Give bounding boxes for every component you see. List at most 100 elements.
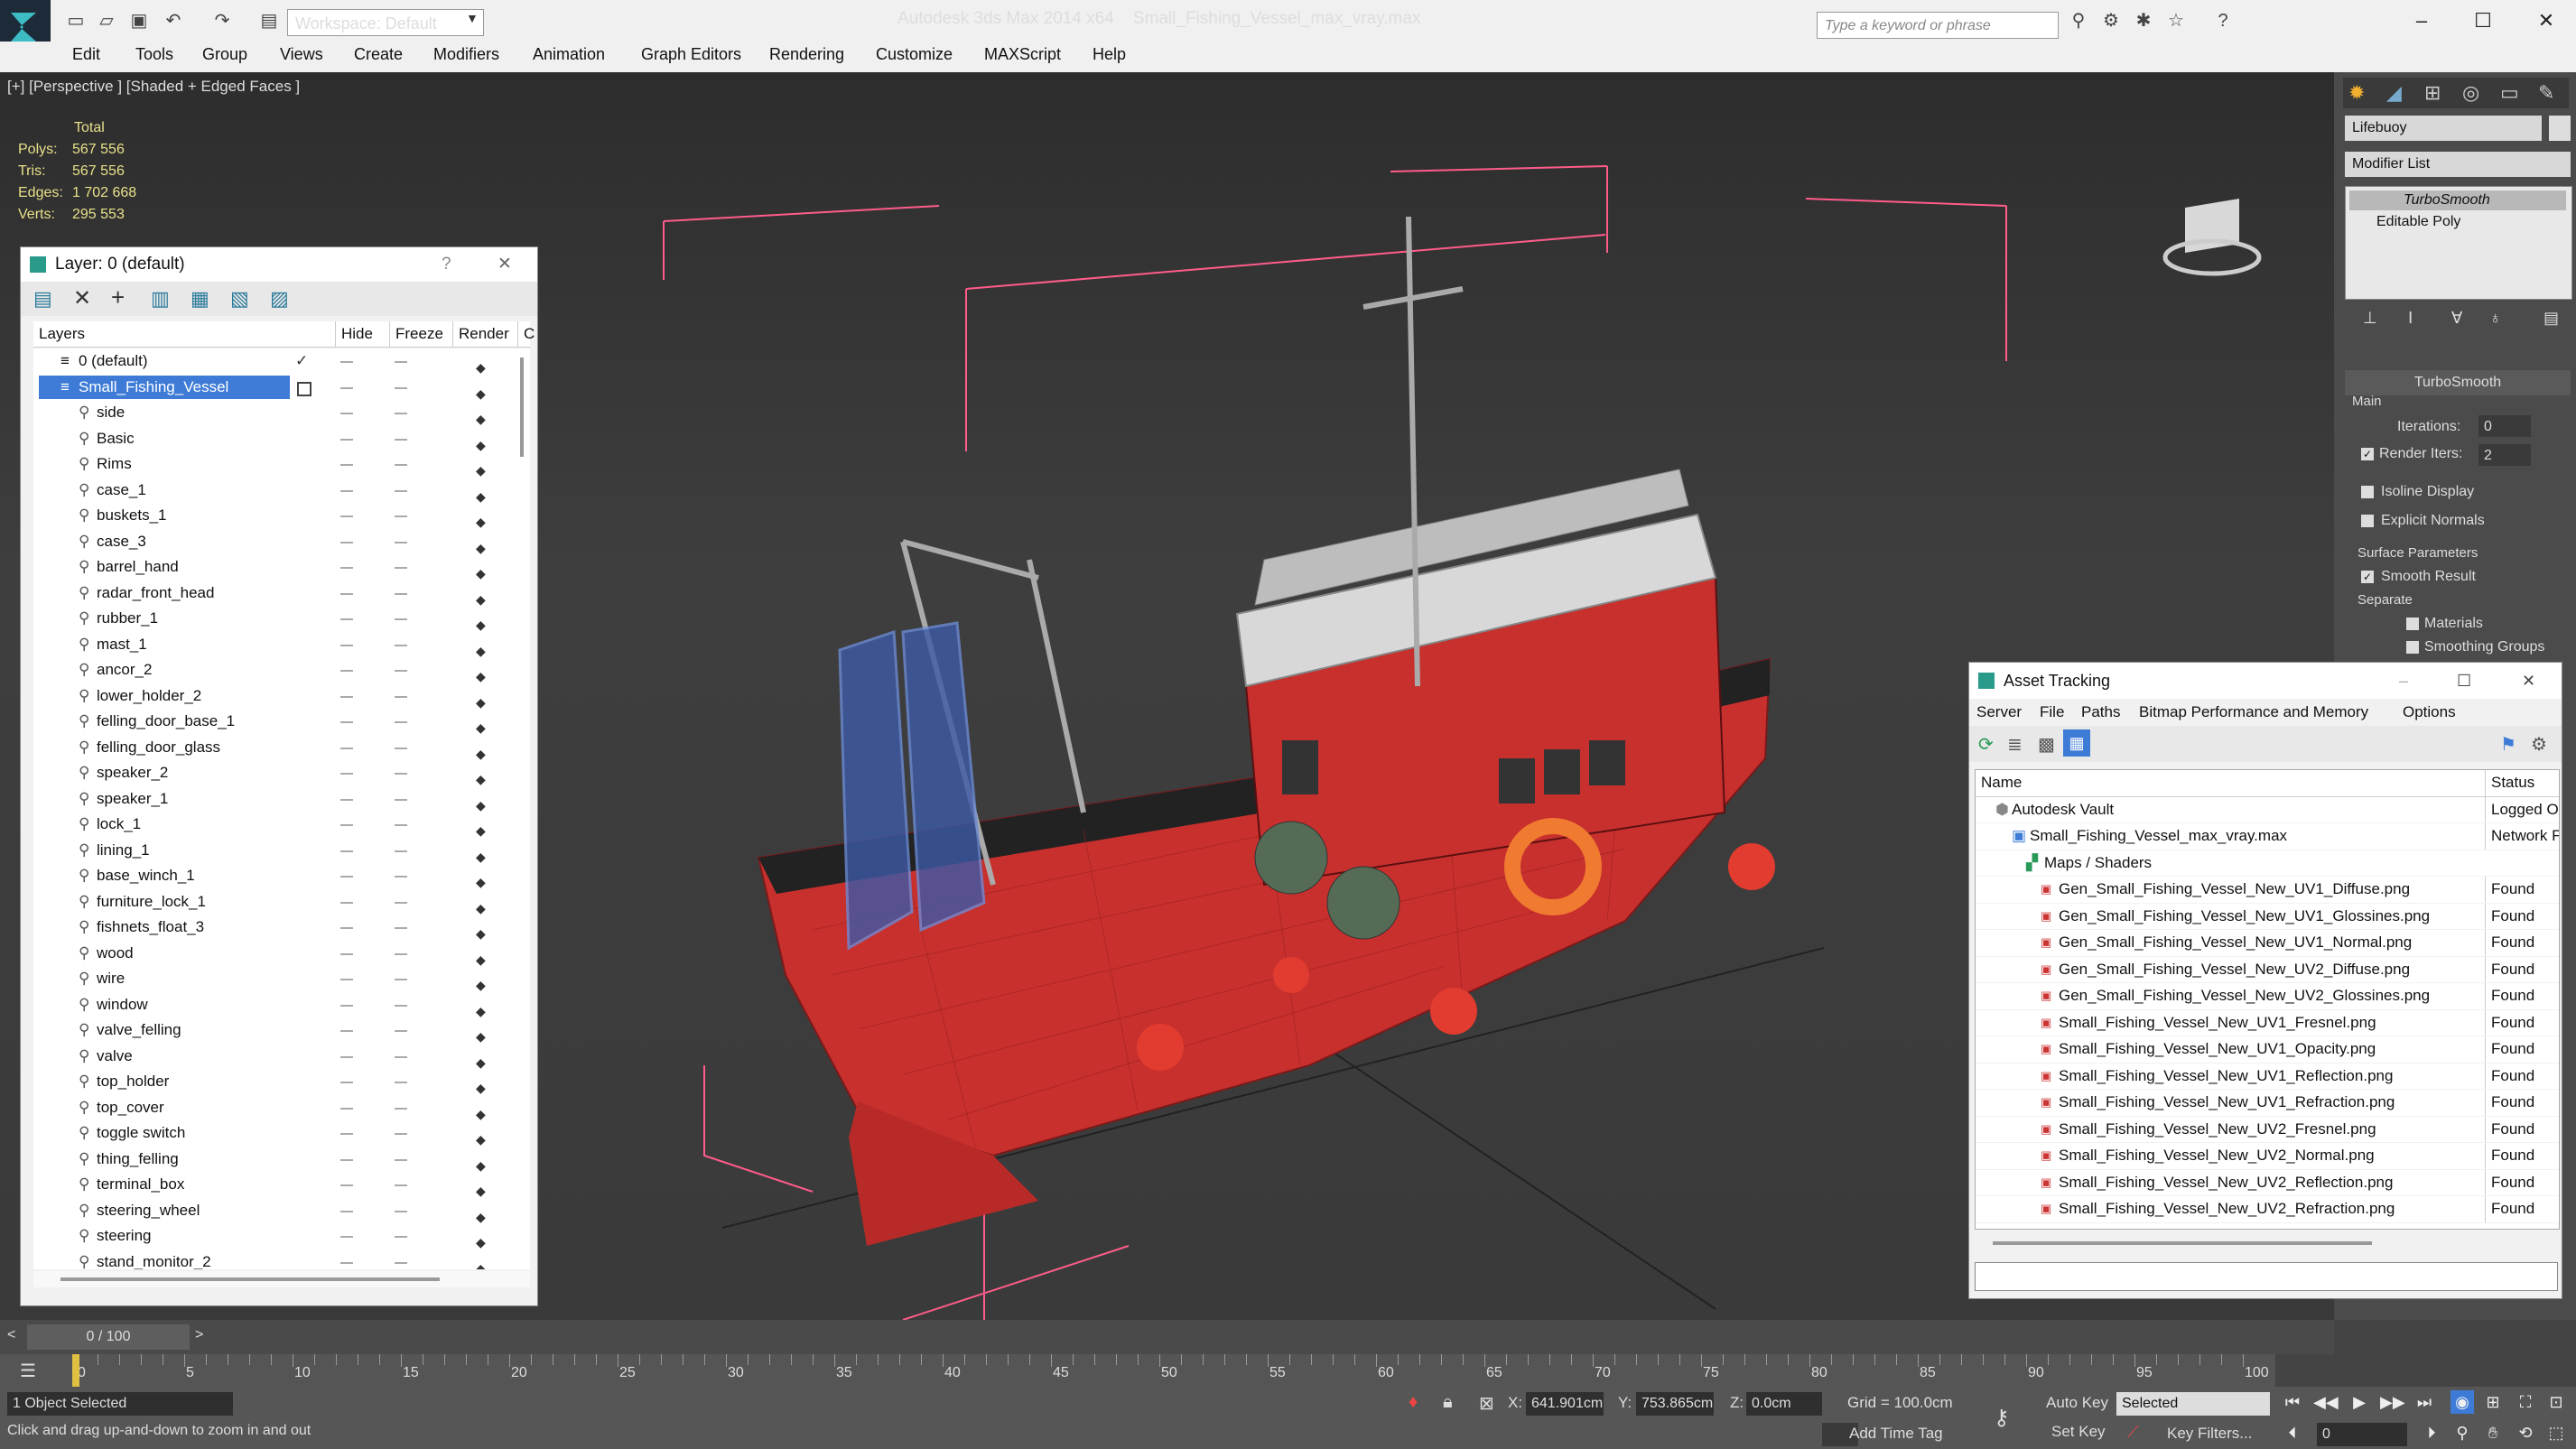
hide-toggle[interactable] xyxy=(340,1261,353,1264)
layer-row[interactable]: ⚲ top_cover ◆ xyxy=(33,1095,530,1121)
walk-through-icon[interactable]: ⬚ xyxy=(2544,1421,2568,1444)
menu-views[interactable]: Views xyxy=(280,45,323,64)
zoom-extents-icon[interactable]: ⊞ xyxy=(2481,1390,2505,1414)
col-color[interactable]: C xyxy=(517,321,535,347)
freeze-toggle[interactable] xyxy=(395,1082,407,1083)
prev-key-icon[interactable]: ◀◀ xyxy=(2313,1390,2339,1414)
menu-bitmap-performance[interactable]: Bitmap Performance and Memory xyxy=(2139,699,2368,726)
maximize-button[interactable]: ☐ xyxy=(2457,663,2471,699)
undo-icon[interactable]: ↶ xyxy=(163,11,184,31)
freeze-toggle[interactable] xyxy=(395,876,407,878)
hide-toggle[interactable] xyxy=(340,1082,353,1083)
hide-toggle[interactable] xyxy=(340,1236,353,1238)
delete-layer-icon[interactable]: ✕ xyxy=(73,285,91,311)
asset-row-map[interactable]: ▣ Gen_Small_Fishing_Vessel_New_UV2_Glossi… xyxy=(1976,983,2559,1010)
freeze-toggle[interactable] xyxy=(395,670,407,672)
close-button[interactable]: ✕ xyxy=(2522,663,2535,699)
freeze-toggle[interactable] xyxy=(395,952,407,955)
layer-row[interactable]: ⚲ terminal_box ◆ xyxy=(33,1172,530,1198)
hierarchy-tab-icon[interactable]: ⊞ xyxy=(2424,81,2441,105)
freeze-all-icon[interactable]: ▨ xyxy=(270,287,289,311)
menu-modifiers[interactable]: Modifiers xyxy=(433,45,499,64)
go-to-start-icon[interactable]: ⏮ xyxy=(2281,1390,2304,1414)
go-to-end-icon[interactable]: ⏭ xyxy=(2413,1390,2436,1414)
hide-toggle[interactable] xyxy=(340,592,353,595)
modify-tab-icon[interactable]: ◢ xyxy=(2386,81,2402,105)
minimize-button[interactable]: – xyxy=(2395,5,2449,36)
freeze-toggle[interactable] xyxy=(395,1210,407,1212)
curve-editor-toggle[interactable]: ☰ xyxy=(0,1354,72,1387)
layer-row[interactable]: ⚲ Basic ◆ xyxy=(33,426,530,452)
col-freeze[interactable]: Freeze xyxy=(389,321,443,347)
layer-row[interactable]: ⚲ speaker_1 ◆ xyxy=(33,786,530,813)
hide-toggle[interactable] xyxy=(340,1184,353,1186)
layer-row[interactable]: ⚲ felling_door_base_1 ◆ xyxy=(33,709,530,735)
freeze-toggle[interactable] xyxy=(395,541,407,543)
turbosmooth-rollout-header[interactable]: TurboSmooth xyxy=(2345,370,2571,395)
asset-row-map[interactable]: ▣ Gen_Small_Fishing_Vessel_New_UV1_Diffus… xyxy=(1976,877,2559,904)
layer-row[interactable]: ⚲ buskets_1 ◆ xyxy=(33,503,530,529)
hide-toggle[interactable] xyxy=(340,1210,353,1212)
configure-sets-icon[interactable]: ▤ xyxy=(2543,309,2559,328)
freeze-toggle[interactable] xyxy=(395,927,407,929)
select-objects-icon[interactable]: ▥ xyxy=(151,287,170,311)
layer-row[interactable]: ⚲ radar_front_head ◆ xyxy=(33,581,530,607)
key-filters-button[interactable]: Key Filters... xyxy=(2167,1425,2252,1443)
hide-toggle[interactable] xyxy=(340,361,353,363)
hide-toggle[interactable] xyxy=(340,1030,353,1032)
next-frame-arrow[interactable]: > xyxy=(195,1327,203,1343)
hide-toggle[interactable] xyxy=(340,516,353,517)
set-key-filter-icon[interactable]: ⟋ xyxy=(2127,1423,2139,1442)
timeline-ruler[interactable]: 0 5 10 15 20 25 30 35 40 45 50 55 60 65 70 75 80 85 90 95 10… xyxy=(72,1354,2275,1387)
col-name[interactable]: Name xyxy=(1981,770,2022,796)
save-icon[interactable]: ▣ xyxy=(128,11,150,31)
freeze-toggle[interactable] xyxy=(395,850,407,852)
binoculars-icon[interactable]: ⚲ xyxy=(2068,11,2089,31)
col-layers[interactable]: Layers xyxy=(39,321,85,347)
modifier-stack[interactable]: TurboSmooth Editable Poly xyxy=(2345,186,2572,300)
menu-animation[interactable]: Animation xyxy=(533,45,605,64)
hide-toggle[interactable] xyxy=(340,695,353,698)
zoom-icon[interactable]: ⚲ xyxy=(2450,1421,2474,1444)
utilities-tab-icon[interactable]: ✎ xyxy=(2538,81,2554,105)
menu-tools[interactable]: Tools xyxy=(135,45,173,64)
time-slider-thumb[interactable]: 0 / 100 xyxy=(27,1324,190,1350)
modifier-editable-poly[interactable]: Editable Poly xyxy=(2349,212,2566,232)
iterations-spinner[interactable]: 0 xyxy=(2478,415,2531,437)
hide-toggle[interactable] xyxy=(340,567,353,569)
menu-options[interactable]: Options xyxy=(2403,699,2456,726)
layer-row[interactable]: ⚲ lining_1 ◆ xyxy=(33,838,530,864)
menu-customize[interactable]: Customize xyxy=(876,45,953,64)
layer-row[interactable]: ⚲ barrel_hand ◆ xyxy=(33,554,530,581)
modifier-turbosmooth[interactable]: TurboSmooth xyxy=(2349,190,2566,210)
freeze-toggle[interactable] xyxy=(395,489,407,492)
freeze-toggle[interactable] xyxy=(395,1004,407,1007)
freeze-toggle[interactable] xyxy=(395,567,407,569)
hide-toggle[interactable] xyxy=(340,1158,353,1161)
menu-paths[interactable]: Paths xyxy=(2081,699,2120,726)
hide-toggle[interactable] xyxy=(340,489,353,492)
viewport-label[interactable]: [+] [Perspective ] [Shaded + Edged Faces… xyxy=(7,78,300,96)
freeze-toggle[interactable] xyxy=(395,644,407,646)
play-icon[interactable]: ▶ xyxy=(2348,1390,2371,1414)
refresh-icon[interactable]: ⟳ xyxy=(1978,733,1994,756)
motion-tab-icon[interactable]: ◎ xyxy=(2462,81,2479,105)
pin-stack-icon[interactable]: ⊥ xyxy=(2363,309,2377,328)
hide-toggle[interactable] xyxy=(340,747,353,749)
hide-toggle[interactable] xyxy=(340,927,353,929)
freeze-toggle[interactable] xyxy=(395,1030,407,1032)
hide-toggle[interactable] xyxy=(340,438,353,441)
menu-rendering[interactable]: Rendering xyxy=(769,45,844,64)
modifier-list-dropdown[interactable]: Modifier List xyxy=(2345,152,2571,177)
add-to-layer-icon[interactable]: + xyxy=(111,283,125,311)
explicit-normals-checkbox[interactable] xyxy=(2361,515,2374,527)
layer-row[interactable]: ⚲ rubber_1 ◆ xyxy=(33,606,530,632)
help-icon[interactable]: ? xyxy=(2212,11,2234,31)
scroll-thumb[interactable] xyxy=(520,358,524,457)
layer-row-default[interactable]: ≡ 0 (default) ✓ ◆ xyxy=(33,348,530,375)
asset-row-map[interactable]: ▣ Small_Fishing_Vessel_New_UV1_Refraction… xyxy=(1976,1090,2559,1117)
freeze-toggle[interactable] xyxy=(395,516,407,517)
freeze-toggle[interactable] xyxy=(395,1261,407,1264)
minimize-button[interactable]: – xyxy=(2399,663,2408,699)
scroll-thumb[interactable] xyxy=(60,1277,440,1281)
